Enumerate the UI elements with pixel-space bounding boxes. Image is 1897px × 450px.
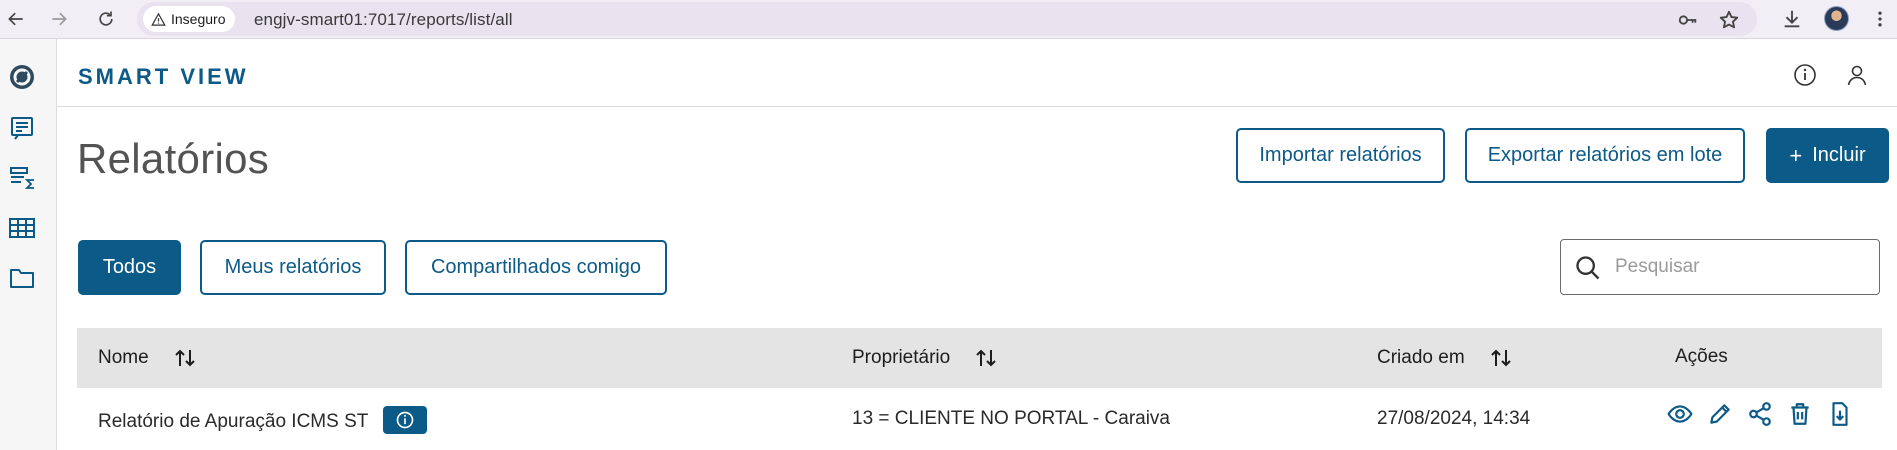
rail-item-reports[interactable] <box>5 111 39 145</box>
reports-table: Nome Proprietário Criado em Ações Relató… <box>77 328 1882 450</box>
cell-created: 27/08/2024, 14:34 <box>1377 408 1531 429</box>
more-vertical-icon <box>1878 11 1882 27</box>
column-name[interactable]: Nome <box>98 346 197 370</box>
page-title: Relatórios <box>77 135 270 182</box>
column-actions: Ações <box>1675 346 1728 368</box>
sort-icon[interactable] <box>173 346 197 370</box>
cell-name: Relatório de Apuração ICMS ST <box>98 406 428 436</box>
security-label: Inseguro <box>171 11 226 27</box>
logo-button[interactable] <box>5 60 39 94</box>
address-bar[interactable]: Inseguro engjv-smart01:7017/reports/list… <box>137 2 1757 36</box>
column-actions-label: Ações <box>1675 346 1728 367</box>
search-input[interactable] <box>1615 252 1865 282</box>
download-icon <box>1784 10 1800 28</box>
column-created[interactable]: Criado em <box>1377 346 1513 370</box>
table-row[interactable]: Relatório de Apuração ICMS ST 13 = CLIEN… <box>77 388 1882 450</box>
key-icon[interactable] <box>1677 9 1699 31</box>
share-button[interactable] <box>1747 401 1773 427</box>
forward-button[interactable] <box>45 5 73 33</box>
add-button[interactable]: + Incluir <box>1766 128 1889 183</box>
app-logo-icon <box>10 65 34 89</box>
user-button[interactable] <box>1844 62 1870 88</box>
star-icon[interactable] <box>1718 9 1740 31</box>
table-header: Nome Proprietário Criado em Ações <box>77 328 1882 388</box>
brand-title: SMART VIEW <box>78 64 249 89</box>
download-report-button[interactable] <box>1827 401 1853 427</box>
download-button[interactable] <box>1780 7 1804 31</box>
column-created-label: Criado em <box>1377 347 1465 368</box>
info-icon <box>1794 64 1816 86</box>
cell-owner: 13 = CLIENTE NO PORTAL - Caraiva <box>852 408 1170 429</box>
report-info-button[interactable] <box>383 406 428 434</box>
import-reports-button[interactable]: Importar relatórios <box>1236 128 1445 183</box>
column-name-label: Nome <box>98 347 149 368</box>
browser-toolbar: Inseguro engjv-smart01:7017/reports/list… <box>0 0 1897 39</box>
view-button[interactable] <box>1667 401 1693 427</box>
security-chip[interactable]: Inseguro <box>143 6 236 32</box>
row-actions <box>1667 401 1853 427</box>
pencil-icon <box>1710 404 1730 424</box>
trash-icon <box>1791 403 1809 425</box>
arrow-right-icon <box>52 12 67 26</box>
info-button[interactable] <box>1792 62 1818 88</box>
plus-icon: + <box>1789 142 1803 168</box>
edit-button[interactable] <box>1707 401 1733 427</box>
user-icon <box>1847 65 1867 86</box>
back-button[interactable] <box>2 5 30 33</box>
folder-icon <box>10 269 34 288</box>
eye-icon <box>1667 405 1693 423</box>
rail-item-tables[interactable] <box>5 211 39 245</box>
filter-mine-button[interactable]: Meus relatórios <box>200 240 386 295</box>
search-icon <box>1576 256 1600 280</box>
url-text: engjv-smart01:7017/reports/list/all <box>254 10 513 29</box>
file-download-icon <box>1832 402 1848 426</box>
reload-button[interactable] <box>92 5 120 33</box>
reload-icon <box>99 11 113 26</box>
sort-icon[interactable] <box>974 346 998 370</box>
filter-all-button[interactable]: Todos <box>78 240 181 295</box>
search-box <box>1560 239 1880 295</box>
report-icon <box>11 117 33 140</box>
rail-item-folders[interactable] <box>5 261 39 295</box>
column-owner-label: Proprietário <box>852 347 951 368</box>
profile-avatar[interactable] <box>1824 6 1849 31</box>
app-header: SMART VIEW <box>57 39 1897 107</box>
export-batch-button[interactable]: Exportar relatórios em lote <box>1465 128 1745 183</box>
sort-icon[interactable] <box>1489 346 1513 370</box>
share-icon <box>1749 402 1771 426</box>
add-button-label: Incluir <box>1812 144 1866 166</box>
info-icon <box>396 411 414 429</box>
delete-button[interactable] <box>1787 401 1813 427</box>
warning-icon <box>151 12 166 26</box>
filter-shared-button[interactable]: Compartilhados comigo <box>405 240 667 295</box>
side-rail <box>0 39 57 450</box>
menu-button[interactable] <box>1868 7 1892 31</box>
arrow-left-icon <box>8 12 23 26</box>
report-name[interactable]: Relatório de Apuração ICMS ST <box>98 411 368 432</box>
column-owner[interactable]: Proprietário <box>852 346 998 370</box>
list-sigma-icon <box>10 167 34 189</box>
rail-item-summaries[interactable] <box>5 161 39 195</box>
table-icon <box>9 218 35 238</box>
